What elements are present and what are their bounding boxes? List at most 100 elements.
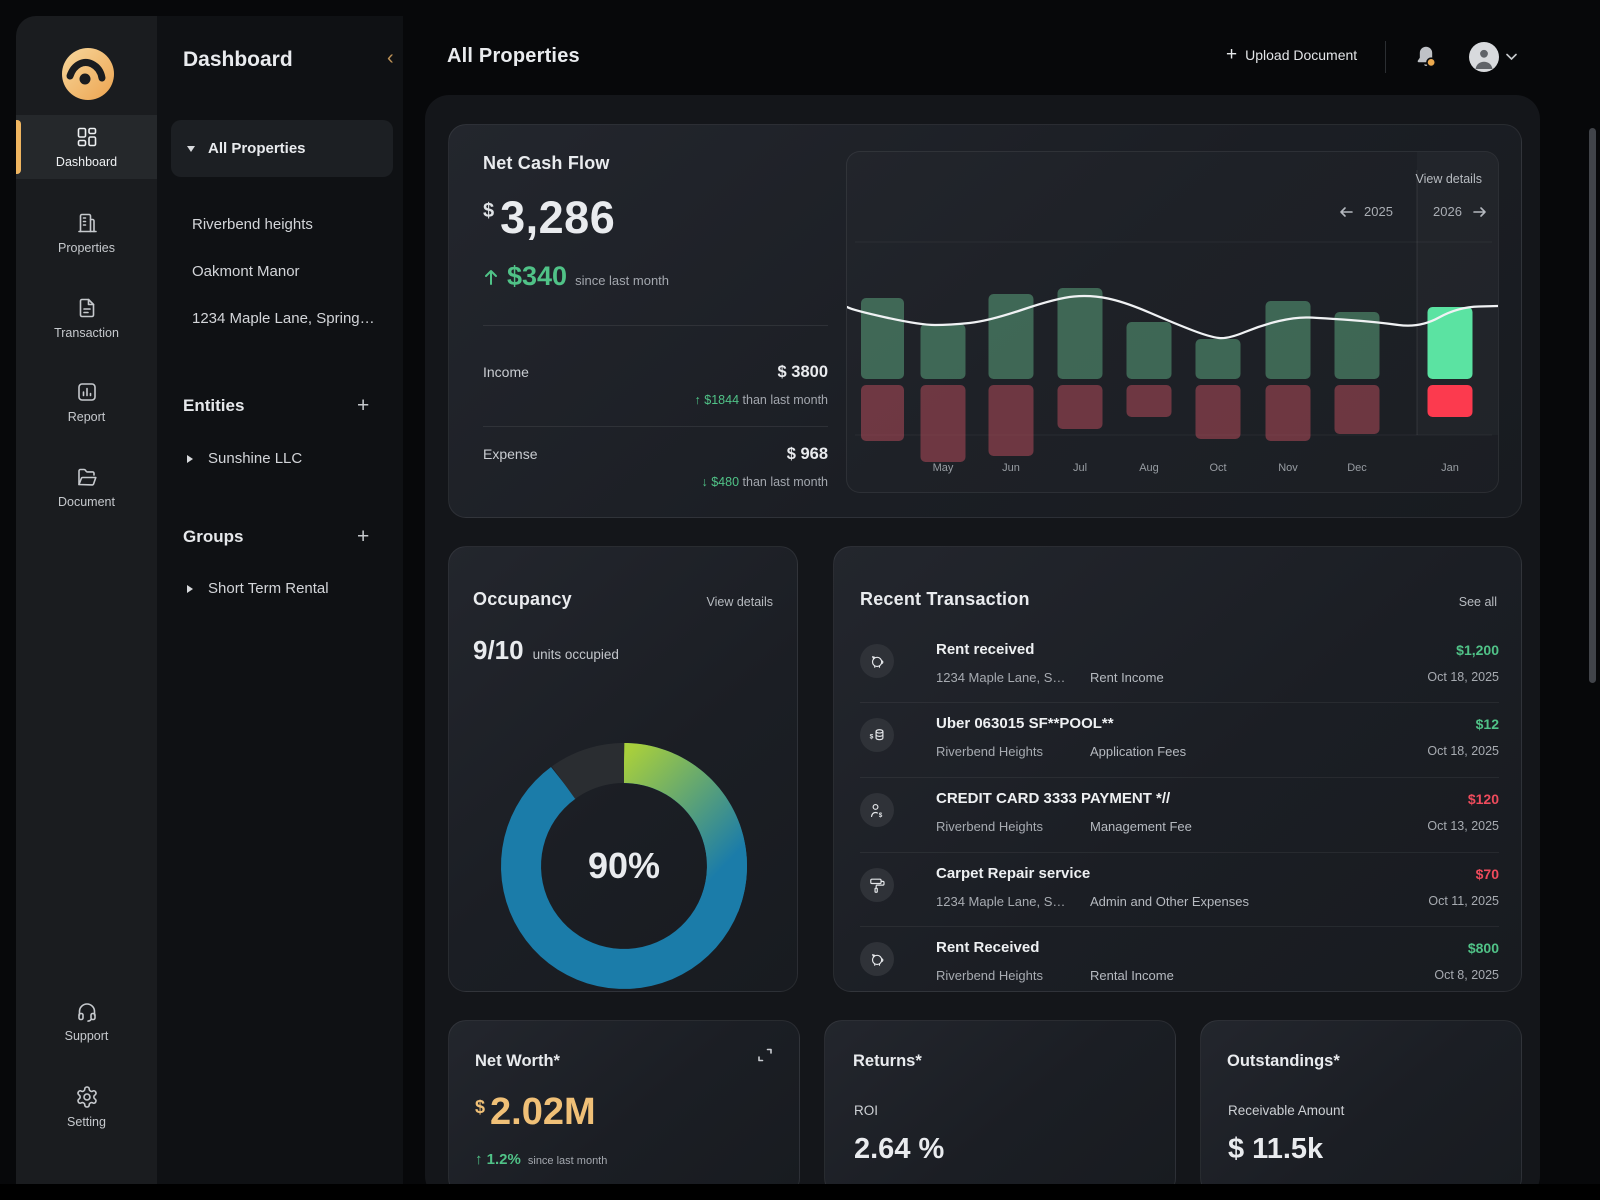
property-selector-label: All Properties bbox=[208, 140, 306, 157]
sidebar-item-label: Support bbox=[65, 1029, 109, 1043]
bar-income-Oct bbox=[1196, 339, 1241, 379]
avatar bbox=[1469, 42, 1499, 72]
transaction-date: Oct 11, 2025 bbox=[1428, 894, 1499, 908]
transaction-row[interactable]: $ Uber 063015 SF**POOL** Riverbend Heigh… bbox=[860, 715, 1499, 777]
x-tick-label: Aug bbox=[1139, 462, 1159, 474]
bell-icon bbox=[1412, 43, 1440, 71]
notifications-button[interactable] bbox=[1412, 43, 1440, 71]
x-tick-label: Jan bbox=[1441, 462, 1459, 474]
net-worth-delta: ↑ 1.2% bbox=[475, 1151, 521, 1168]
transaction-property: Riverbend Heights bbox=[936, 968, 1043, 983]
transaction-amount: $1,200 bbox=[1456, 642, 1499, 658]
secondary-sidebar: Dashboard ‹ All Properties Riverbend hei… bbox=[157, 16, 403, 1184]
card-title: Occupancy bbox=[473, 589, 572, 610]
transaction-category: Application Fees bbox=[1090, 744, 1186, 759]
transaction-property: Riverbend Heights bbox=[936, 744, 1043, 759]
sidebar-item-properties[interactable]: Properties bbox=[16, 211, 157, 255]
sidebar-item-report[interactable]: Report bbox=[16, 380, 157, 424]
sidebar-item-entity[interactable]: Sunshine LLC bbox=[187, 450, 302, 467]
sidebar-item-setting[interactable]: Setting bbox=[16, 1085, 157, 1129]
bar-expense-Jan bbox=[1428, 385, 1473, 417]
bar-expense-Aug bbox=[1127, 385, 1172, 417]
net-worth-card: Net Worth* $ 2.02M ↑ 1.2% since last mon… bbox=[448, 1020, 800, 1196]
transaction-row[interactable]: Carpet Repair service 1234 Maple Lane, S… bbox=[860, 865, 1499, 927]
x-tick-label: Jul bbox=[1073, 462, 1087, 474]
svg-text:$: $ bbox=[869, 733, 873, 740]
occupancy-percent: 90% bbox=[499, 741, 749, 991]
transaction-row[interactable]: $ CREDIT CARD 3333 PAYMENT *// Riverbend… bbox=[860, 790, 1499, 852]
property-selector[interactable]: All Properties bbox=[171, 120, 393, 177]
year-next-control[interactable]: 2026 bbox=[1433, 204, 1487, 219]
net-cash-flow-card: Net Cash Flow $ 3,286 $340 since last mo… bbox=[448, 124, 1522, 518]
transaction-date: Oct 18, 2025 bbox=[1427, 670, 1499, 684]
transaction-amount: $70 bbox=[1476, 866, 1499, 882]
bar-expense-Nov bbox=[1266, 385, 1311, 441]
card-title: Net Cash Flow bbox=[483, 153, 610, 174]
row-divider bbox=[860, 852, 1499, 853]
outstandings-card: Outstandings* Receivable Amount $ 11.5k bbox=[1200, 1020, 1522, 1196]
receivable-label: Receivable Amount bbox=[1228, 1103, 1344, 1118]
gear-icon bbox=[75, 1085, 99, 1109]
transaction-category: Admin and Other Expenses bbox=[1090, 894, 1249, 909]
user-menu[interactable] bbox=[1469, 42, 1517, 72]
transaction-icon-bubble bbox=[860, 942, 894, 976]
sidebar-item-label: Document bbox=[58, 495, 115, 509]
net-cash-flow-delta: $340 since last month bbox=[483, 261, 669, 292]
year-prev-label: 2025 bbox=[1364, 204, 1393, 219]
collapse-panel-button[interactable]: ‹ bbox=[387, 47, 394, 70]
bar-expense-May bbox=[921, 385, 966, 462]
row-divider bbox=[860, 926, 1499, 927]
sidebar-item-property[interactable]: Riverbend heights bbox=[192, 216, 313, 233]
recent-transaction-card: Recent Transaction See all Rent received… bbox=[833, 546, 1522, 992]
bar-income-Jun bbox=[989, 294, 1034, 379]
card-title: Outstandings* bbox=[1227, 1052, 1340, 1071]
add-group-button[interactable]: + bbox=[357, 526, 369, 547]
sidebar-item-transaction[interactable]: Transaction bbox=[16, 296, 157, 340]
card-title: Recent Transaction bbox=[860, 589, 1030, 610]
expand-icon[interactable] bbox=[755, 1045, 775, 1070]
upload-document-button[interactable]: + Upload Document bbox=[1226, 44, 1357, 66]
net-worth-caption: since last month bbox=[528, 1155, 607, 1167]
transaction-icon-bubble bbox=[860, 868, 894, 902]
sidebar-item-property[interactable]: Oakmont Manor bbox=[192, 263, 300, 280]
sidebar-item-group[interactable]: Short Term Rental bbox=[187, 580, 329, 597]
cash-flow-chart: MayJunJulAugOctNovDecJan bbox=[847, 152, 1499, 493]
transaction-category: Management Fee bbox=[1090, 819, 1192, 834]
sidebar-item-dashboard[interactable]: Dashboard bbox=[16, 125, 157, 169]
header-divider bbox=[1385, 41, 1386, 73]
transaction-icon-bubble bbox=[860, 644, 894, 678]
year-prev-control[interactable]: 2025 bbox=[1339, 204, 1393, 219]
chevron-down-icon bbox=[1506, 53, 1517, 61]
transaction-date: Oct 13, 2025 bbox=[1427, 819, 1499, 833]
transaction-row[interactable]: Rent received 1234 Maple Lane, S… Rent I… bbox=[860, 641, 1499, 703]
bar-expense-Oct bbox=[1196, 385, 1241, 439]
year-next-label: 2026 bbox=[1433, 204, 1462, 219]
occupancy-card: Occupancy View details 9/10 units occupi… bbox=[448, 546, 798, 992]
card-title: Net Worth* bbox=[475, 1052, 560, 1071]
section-title-entities: Entities bbox=[183, 396, 244, 416]
transaction-row[interactable]: Rent Received Riverbend Heights Rental I… bbox=[860, 939, 1499, 1001]
income-value: $ 3800 bbox=[778, 363, 828, 382]
chevron-down-icon bbox=[187, 146, 195, 152]
transaction-title: Carpet Repair service bbox=[936, 865, 1090, 882]
sidebar-item-document[interactable]: Document bbox=[16, 465, 157, 509]
bar-expense-apr bbox=[861, 385, 904, 441]
scrollbar-thumb[interactable] bbox=[1589, 128, 1596, 683]
see-all-link[interactable]: See all bbox=[1459, 595, 1497, 609]
section-title-groups: Groups bbox=[183, 527, 243, 547]
arrow-up-icon bbox=[483, 268, 499, 286]
transaction-title: Uber 063015 SF**POOL** bbox=[936, 715, 1114, 732]
roi-label: ROI bbox=[854, 1103, 878, 1118]
sidebar-item-label: Setting bbox=[67, 1115, 106, 1129]
bar-income-Jan bbox=[1428, 307, 1473, 379]
add-entity-button[interactable]: + bbox=[357, 395, 369, 416]
sidebar-item-support[interactable]: Support bbox=[16, 999, 157, 1043]
view-details-link[interactable]: View details bbox=[707, 595, 773, 609]
paint-roller-icon bbox=[868, 876, 887, 895]
bar-income-Aug bbox=[1127, 322, 1172, 379]
panel-title: Dashboard bbox=[183, 48, 293, 72]
view-details-link[interactable]: View details bbox=[1416, 172, 1482, 186]
sidebar-item-property[interactable]: 1234 Maple Lane, Spring… bbox=[192, 310, 375, 327]
currency-symbol: $ bbox=[483, 200, 494, 223]
chevron-right-icon bbox=[187, 455, 193, 463]
